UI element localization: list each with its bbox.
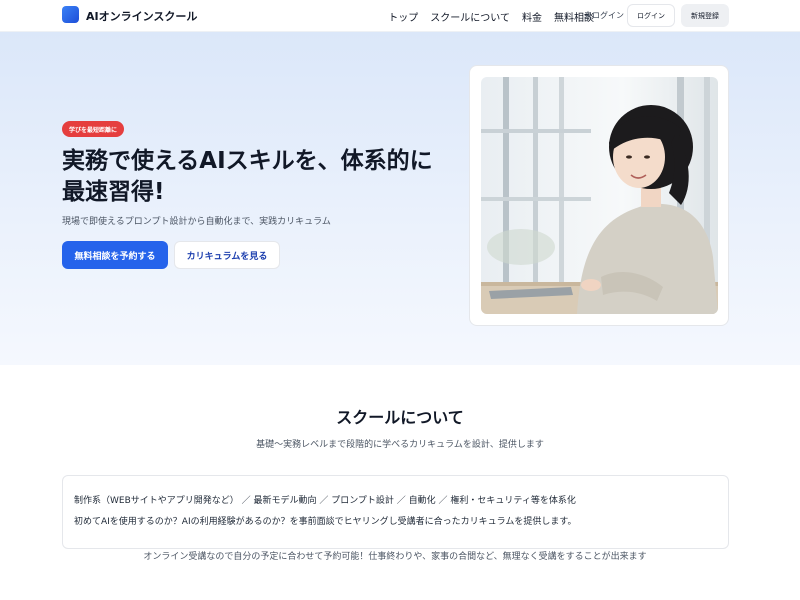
hero-photo xyxy=(481,77,718,314)
register-button[interactable]: 新規登録 xyxy=(681,4,729,27)
book-consultation-button[interactable]: 無料相談を予約する xyxy=(62,241,168,269)
nav-item-pricing[interactable]: 料金 xyxy=(522,9,542,24)
woman-at-desk-illustration xyxy=(481,77,718,314)
login-status: 未ログイン xyxy=(584,11,624,20)
about-section-subtitle: 基礎〜実務レベルまで段階的に学べるカリキュラムを設計、提供します xyxy=(256,440,544,450)
hero-badge: 学びを最短距離に xyxy=(62,121,125,137)
brand-name[interactable]: AIオンラインスクール xyxy=(86,8,197,24)
nav-item-top[interactable]: トップ xyxy=(388,9,418,24)
view-curriculum-button[interactable]: カリキュラムを見る xyxy=(174,241,280,269)
site-header: AIオンラインスクール トップ スクールについて 料金 無料相談 未ログイン ロ… xyxy=(0,0,800,32)
hero-title: 実務で使えるAIスキルを、体系的に 最速習得! xyxy=(62,146,462,208)
login-button[interactable]: ログイン xyxy=(627,4,675,27)
hero-image-card xyxy=(469,65,729,326)
hero-title-line1: 実務で使えるAIスキルを、体系的に xyxy=(62,148,433,174)
nav-item-about[interactable]: スクールについて xyxy=(430,9,510,24)
about-info-card: 制作系（WEBサイトやアプリ開発など） ／ 最新モデル動向 ／ プロンプト設計 … xyxy=(62,475,729,549)
about-topics-text: 制作系（WEBサイトやアプリ開発など） ／ 最新モデル動向 ／ プロンプト設計 … xyxy=(74,496,576,506)
hero-subtitle: 現場で即使えるプロンプト設計から自動化まで、実践カリキュラム xyxy=(62,217,331,227)
about-section-title: スクールについて xyxy=(336,408,464,427)
main-nav: トップ スクールについて 料金 無料相談 xyxy=(388,9,594,24)
about-footnote: オンライン受講なので自分の予定に合わせて予約可能！仕事終わりや、家事の合間など、… xyxy=(143,552,647,562)
about-interview-text: 初めてAIを使用するのか？AIの利用経験があるのか？を事前面談でヒヤリングし受講… xyxy=(74,517,577,527)
hero-section: 学びを最短距離に 実務で使えるAIスキルを、体系的に 最速習得! 現場で即使える… xyxy=(0,32,800,365)
hero-title-line2: 最速習得! xyxy=(62,179,165,205)
logo-icon[interactable] xyxy=(62,6,79,23)
